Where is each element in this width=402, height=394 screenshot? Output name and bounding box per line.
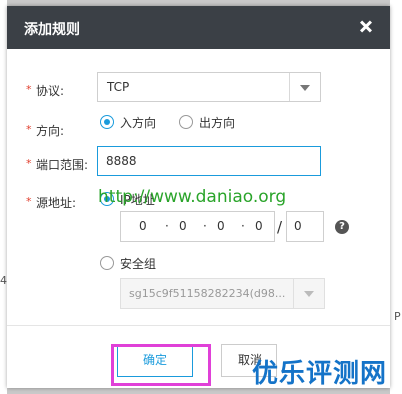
- direction-inbound-radio[interactable]: [100, 115, 114, 129]
- port-range-label: 端口范围:: [36, 158, 89, 172]
- footer-divider: [7, 325, 390, 326]
- security-group-dropdown-toggle[interactable]: [293, 279, 324, 308]
- direction-outbound-label[interactable]: 出方向: [199, 114, 235, 131]
- help-icon[interactable]: ?: [335, 220, 349, 234]
- ip-octet-1: 0: [139, 219, 147, 233]
- ip-dot: ·: [165, 219, 169, 233]
- required-mark: *: [26, 195, 32, 208]
- ip-address-input[interactable]: 0 · 0 · 0 · 0: [120, 211, 275, 242]
- required-mark: *: [26, 157, 32, 170]
- background-edge-text-right: P: [394, 310, 401, 323]
- background-page-right: [390, 0, 402, 394]
- watermark-text: http://www.daniao.org: [98, 187, 287, 207]
- close-icon[interactable]: [355, 15, 377, 37]
- dialog-header: 添加规则: [7, 6, 390, 49]
- background-page-left: [0, 0, 7, 394]
- chevron-down-icon: [304, 291, 314, 297]
- security-group-select[interactable]: sg15c9f51158282234(d98...: [120, 278, 325, 309]
- source-label: 源地址:: [36, 196, 77, 210]
- protocol-dropdown-toggle[interactable]: [289, 73, 320, 101]
- security-group-value: sg15c9f51158282234(d98...: [129, 287, 286, 300]
- protocol-value: TCP: [107, 80, 130, 94]
- ip-dot: ·: [241, 219, 245, 233]
- ip-dot: ·: [203, 219, 207, 233]
- protocol-select[interactable]: TCP: [97, 72, 321, 102]
- ip-octet-4: 0: [255, 219, 263, 233]
- source-group-radio[interactable]: [100, 256, 114, 270]
- confirm-highlight-box: [111, 344, 211, 386]
- chevron-down-icon: [300, 85, 310, 91]
- ip-mask-value: 0: [294, 219, 302, 233]
- required-mark: *: [26, 83, 32, 96]
- brand-watermark: 优乐评测网: [252, 359, 388, 389]
- background-edge-text-left: 4: [0, 274, 7, 287]
- ip-octet-2: 0: [179, 219, 187, 233]
- ip-mask-input[interactable]: 0: [286, 211, 324, 242]
- direction-outbound-radio[interactable]: [179, 115, 193, 129]
- protocol-label: 协议:: [36, 84, 65, 98]
- direction-label: 方向:: [36, 124, 65, 138]
- required-mark: *: [26, 123, 32, 136]
- port-range-value: 8888: [106, 154, 137, 168]
- dialog-title: 添加规则: [24, 22, 80, 38]
- ip-mask-separator: /: [277, 218, 283, 236]
- add-rule-dialog: 添加规则 * 协议: TCP * 方向: 入方向 出方向 * 端口范围: 888…: [7, 6, 390, 389]
- ip-octet-3: 0: [217, 219, 225, 233]
- source-group-label[interactable]: 安全组: [120, 255, 156, 272]
- direction-inbound-label[interactable]: 入方向: [120, 114, 156, 131]
- port-range-input[interactable]: 8888: [97, 146, 321, 176]
